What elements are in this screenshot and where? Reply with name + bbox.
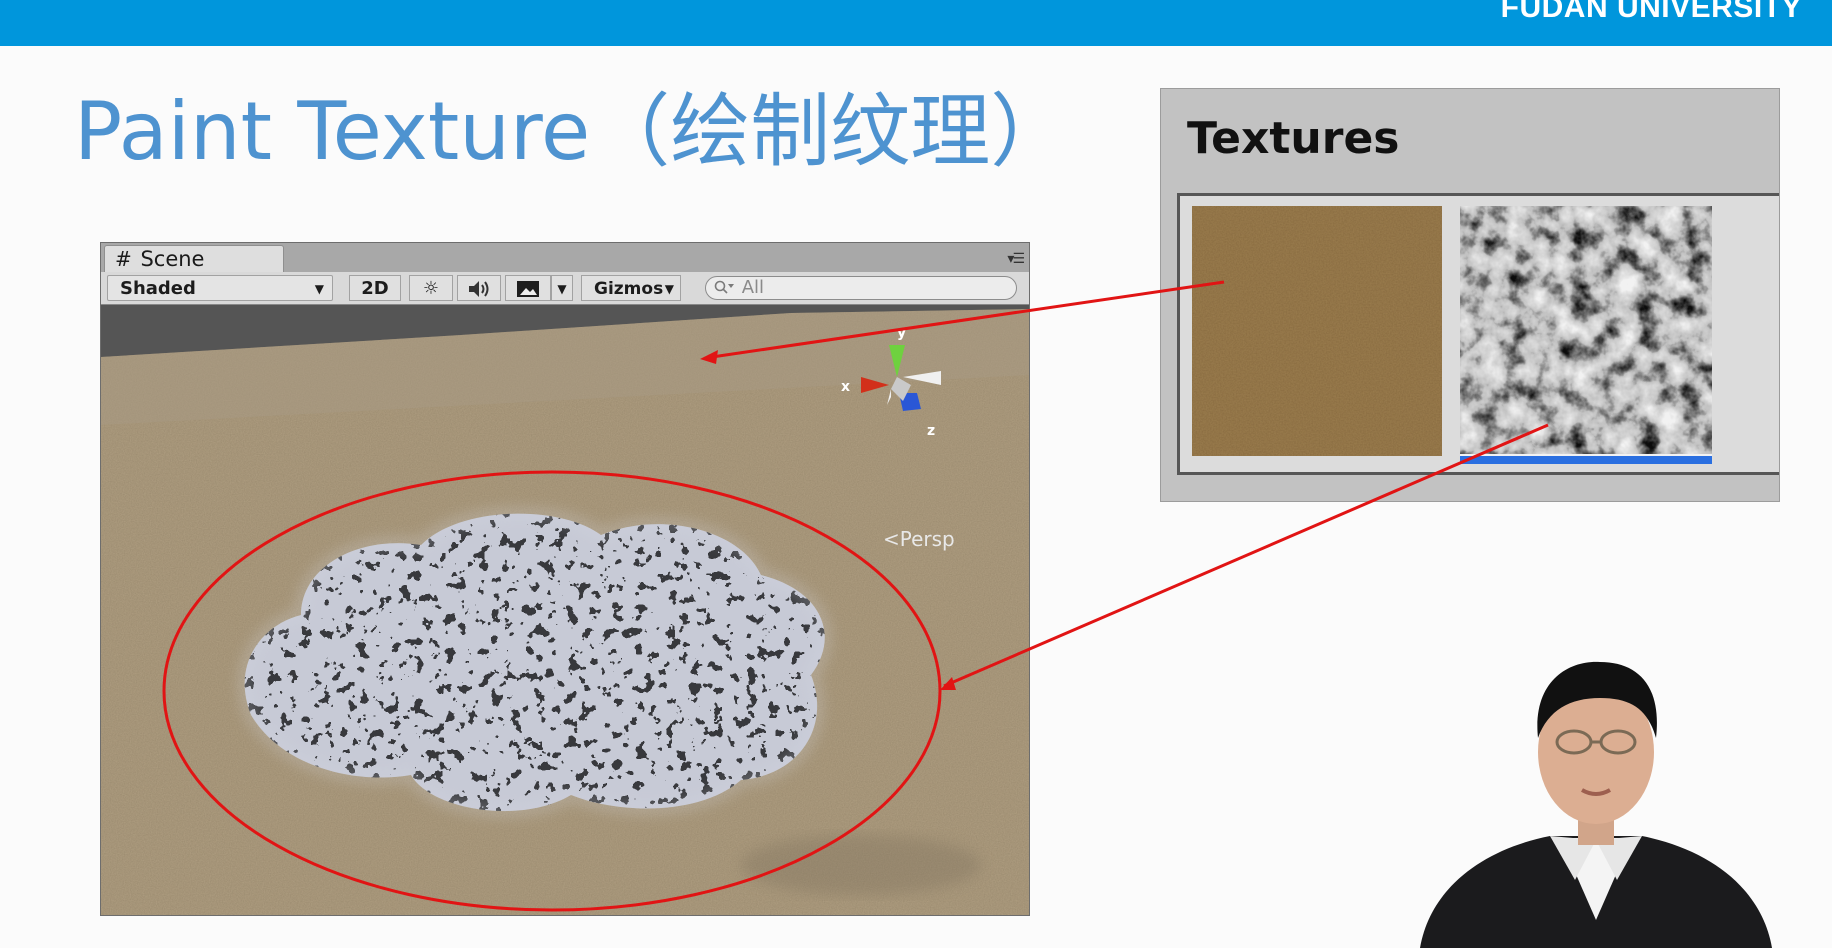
header-bar: FUDAN UNIVERSITY (0, 0, 1832, 46)
grid-hash-icon: # (115, 247, 132, 271)
organization-name: FUDAN UNIVERSITY (1500, 0, 1802, 24)
tab-menu-icon[interactable]: ▾☰ (1007, 251, 1025, 267)
slide-title: Paint Texture（绘制纹理） (74, 85, 1071, 178)
shading-mode-label: Shaded (120, 278, 196, 299)
tab-scene-label: Scene (140, 247, 205, 271)
scene-viewport[interactable]: y x z <Persp (101, 305, 1029, 915)
dropdown-arrow-icon: ▼ (664, 282, 674, 296)
dropdown-arrow-icon: ▼ (314, 282, 324, 296)
shading-mode-dropdown[interactable]: Shaded ▼ (107, 275, 333, 301)
projection-text: Persp (899, 527, 955, 551)
textures-panel: Textures (1160, 88, 1780, 502)
textures-title: Textures (1187, 113, 1400, 164)
gizmo-axis-y: y (897, 325, 906, 341)
scene-search-input[interactable]: All (705, 276, 1017, 300)
sun-icon[interactable]: ☼ (409, 275, 453, 301)
projection-label[interactable]: <Persp (883, 527, 955, 551)
scene-toolbar: Shaded ▼ 2D ☼ ▼ Gizmos ▼ All (101, 272, 1029, 305)
gizmos-dropdown[interactable]: Gizmos ▼ (581, 275, 681, 301)
search-placeholder: All (741, 277, 765, 298)
dropdown-arrow-icon[interactable]: ▼ (551, 275, 573, 301)
image-icon[interactable] (505, 275, 551, 301)
tab-scene[interactable]: # Scene (104, 245, 284, 273)
selection-bar (1460, 456, 1712, 464)
search-icon (714, 277, 742, 298)
gizmo-axis-z: z (927, 423, 935, 439)
rock-texture-thumbnail[interactable] (1460, 206, 1712, 464)
persp-chevron-icon: < (883, 527, 900, 551)
scene-window: # Scene ▾☰ Shaded ▼ 2D ☼ ▼ Gizmos ▼ All … (100, 242, 1030, 916)
2d-toggle-button[interactable]: 2D (349, 275, 401, 301)
textures-list (1177, 193, 1779, 475)
scene-tab-strip: # Scene ▾☰ (101, 243, 1029, 273)
presenter-video (1420, 661, 1772, 948)
sand-texture-thumbnail[interactable] (1192, 206, 1442, 456)
orientation-gizmo[interactable]: y x z (841, 315, 961, 445)
gizmos-label: Gizmos (594, 279, 664, 299)
speaker-icon[interactable] (457, 275, 501, 301)
gizmo-axis-x: x (841, 379, 850, 395)
